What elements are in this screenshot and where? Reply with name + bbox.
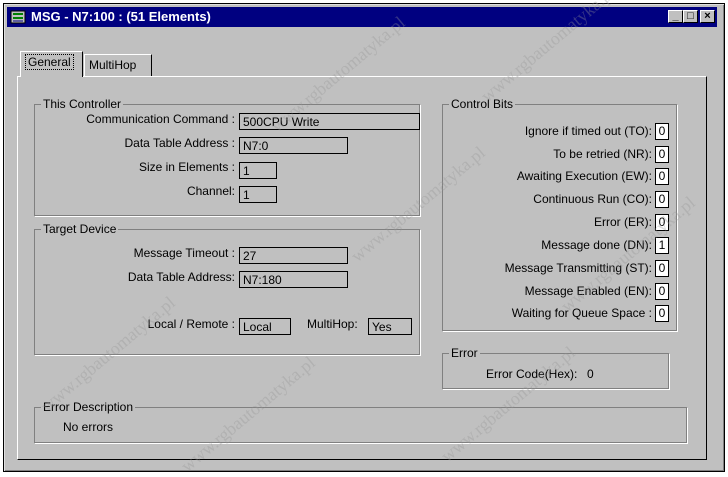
control-bit-value-ew: 0 bbox=[655, 168, 669, 185]
size-in-elements-field[interactable]: 1 bbox=[239, 162, 277, 179]
tab-general[interactable]: General bbox=[20, 51, 83, 77]
channel-label: Channel: bbox=[186, 184, 235, 198]
close-icon: × bbox=[704, 10, 711, 22]
target-device-title: Target Device bbox=[41, 222, 119, 236]
tab-multihop[interactable]: MultiHop bbox=[84, 54, 152, 76]
control-bit-value-st: 0 bbox=[655, 260, 669, 277]
error-description-group: Error Description No errors bbox=[34, 400, 687, 443]
control-bit-value-to: 0 bbox=[655, 123, 669, 140]
control-bit-label-co: Continuous Run (CO): bbox=[533, 192, 652, 206]
multihop-label: MultiHop: bbox=[307, 317, 358, 331]
minimize-icon: _ bbox=[672, 10, 679, 22]
target-device-group: Target Device Message Timeout : 27 Data … bbox=[34, 222, 420, 355]
control-bit-value-dn: 1 bbox=[655, 237, 669, 254]
message-timeout-label: Message Timeout : bbox=[133, 246, 235, 260]
control-bit-value-co: 0 bbox=[655, 191, 669, 208]
local-remote-label: Local / Remote : bbox=[147, 317, 235, 331]
msg-window: MSG - N7:100 : (51 Elements) _ □ × Gener… bbox=[3, 0, 725, 476]
error-group: Error Error Code(Hex): 0 bbox=[442, 346, 669, 389]
this-controller-title: This Controller bbox=[41, 97, 124, 111]
error-description-text: No errors bbox=[63, 420, 114, 434]
tab-multihop-label: MultiHop bbox=[89, 58, 137, 72]
target-data-table-address-field[interactable]: N7:180 bbox=[239, 271, 348, 288]
control-bit-label-nr: To be retried (NR): bbox=[553, 147, 652, 161]
communication-command-field[interactable]: 500CPU Write bbox=[239, 113, 420, 130]
message-timeout-field[interactable]: 27 bbox=[239, 247, 348, 264]
size-in-elements-label: Size in Elements : bbox=[138, 160, 235, 174]
control-bit-value-nr: 0 bbox=[655, 146, 669, 163]
error-code-label: Error Code(Hex): bbox=[486, 367, 578, 381]
multihop-field[interactable]: Yes bbox=[368, 318, 412, 335]
maximize-icon: □ bbox=[687, 10, 694, 22]
control-bit-value-queue: 0 bbox=[655, 305, 669, 322]
control-bit-label-dn: Message done (DN): bbox=[541, 238, 652, 252]
control-bit-label-queue: Waiting for Queue Space : bbox=[511, 306, 652, 320]
close-button[interactable]: × bbox=[700, 10, 715, 23]
this-controller-group: This Controller Communication Command : … bbox=[34, 97, 420, 216]
communication-command-label: Communication Command : bbox=[86, 112, 235, 126]
channel-field[interactable]: 1 bbox=[239, 186, 277, 203]
data-table-address-field[interactable]: N7:0 bbox=[239, 137, 348, 154]
control-bit-label-to: Ignore if timed out (TO): bbox=[524, 124, 652, 138]
tab-general-label: General bbox=[25, 54, 74, 70]
control-bits-group: Control Bits Ignore if timed out (TO): 0… bbox=[442, 97, 677, 331]
control-bit-label-ew: Awaiting Execution (EW): bbox=[516, 169, 652, 183]
control-bit-label-en: Message Enabled (EN): bbox=[524, 284, 652, 298]
ladder-logic-icon bbox=[10, 10, 26, 24]
target-data-table-address-label: Data Table Address: bbox=[127, 270, 235, 284]
error-title: Error bbox=[449, 346, 480, 360]
maximize-button[interactable]: □ bbox=[683, 10, 698, 23]
control-bits-title: Control Bits bbox=[449, 97, 516, 111]
error-code-value: 0 bbox=[587, 367, 594, 381]
data-table-address-label: Data Table Address : bbox=[124, 136, 235, 150]
local-remote-field[interactable]: Local bbox=[239, 318, 291, 335]
control-bit-value-en: 0 bbox=[655, 283, 669, 300]
title-bar[interactable]: MSG - N7:100 : (51 Elements) _ □ × bbox=[7, 7, 717, 27]
window-title: MSG - N7:100 : (51 Elements) bbox=[31, 9, 211, 24]
general-tab-panel: This Controller Communication Command : … bbox=[17, 76, 707, 460]
minimize-button[interactable]: _ bbox=[668, 10, 683, 23]
control-bit-value-er: 0 bbox=[655, 214, 669, 231]
control-bit-label-st: Message Transmitting (ST): bbox=[504, 261, 652, 275]
error-description-title: Error Description bbox=[41, 400, 136, 414]
control-bit-label-er: Error (ER): bbox=[594, 215, 652, 229]
